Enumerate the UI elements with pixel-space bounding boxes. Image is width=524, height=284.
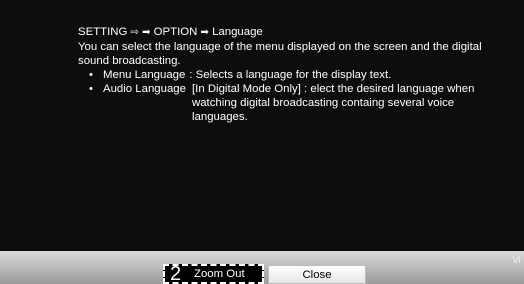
bullet-text: [In Digital Mode Only] : elect the desir… <box>192 83 475 123</box>
close-label: Close <box>302 268 332 281</box>
breadcrumb-language: Language <box>212 26 263 38</box>
corner-label: VI <box>512 255 520 265</box>
bullet-item-audio-language: • Audio Language [In Digital Mode Only] … <box>89 82 488 124</box>
zoom-number-label: 2 <box>170 263 182 284</box>
bullet-term: Menu Language <box>103 69 186 81</box>
breadcrumb-option: OPTION <box>153 26 198 38</box>
bullet-dot: • <box>89 83 93 95</box>
bullet-term: Audio Language <box>103 83 186 95</box>
description-text: You can select the language of the menu … <box>78 41 482 67</box>
bullet-item-menu-language: • Menu Language : Selects a language for… <box>89 68 488 82</box>
breadcrumb: SETTING ⇨ ➡ OPTION ➡ Language <box>78 25 488 40</box>
bullet-list: • Menu Language : Selects a language for… <box>78 68 488 124</box>
bullet-text: : Selects a language for the display tex… <box>189 69 392 81</box>
zoom-out-label: Zoom Out <box>194 268 245 280</box>
hollow-arrow-icon: ⇨ <box>130 27 139 38</box>
zoom-out-button[interactable]: 2 Zoom Out <box>163 264 264 284</box>
help-screen: SETTING ⇨ ➡ OPTION ➡ Language You can se… <box>0 0 524 284</box>
solid-arrow-icon: ➡ <box>200 27 209 38</box>
solid-arrow-icon: ➡ <box>142 27 151 38</box>
bullet-dot: • <box>89 69 93 81</box>
close-button[interactable]: Close <box>268 265 366 284</box>
help-content: SETTING ⇨ ➡ OPTION ➡ Language You can se… <box>78 25 488 124</box>
breadcrumb-setting: SETTING <box>78 26 128 38</box>
